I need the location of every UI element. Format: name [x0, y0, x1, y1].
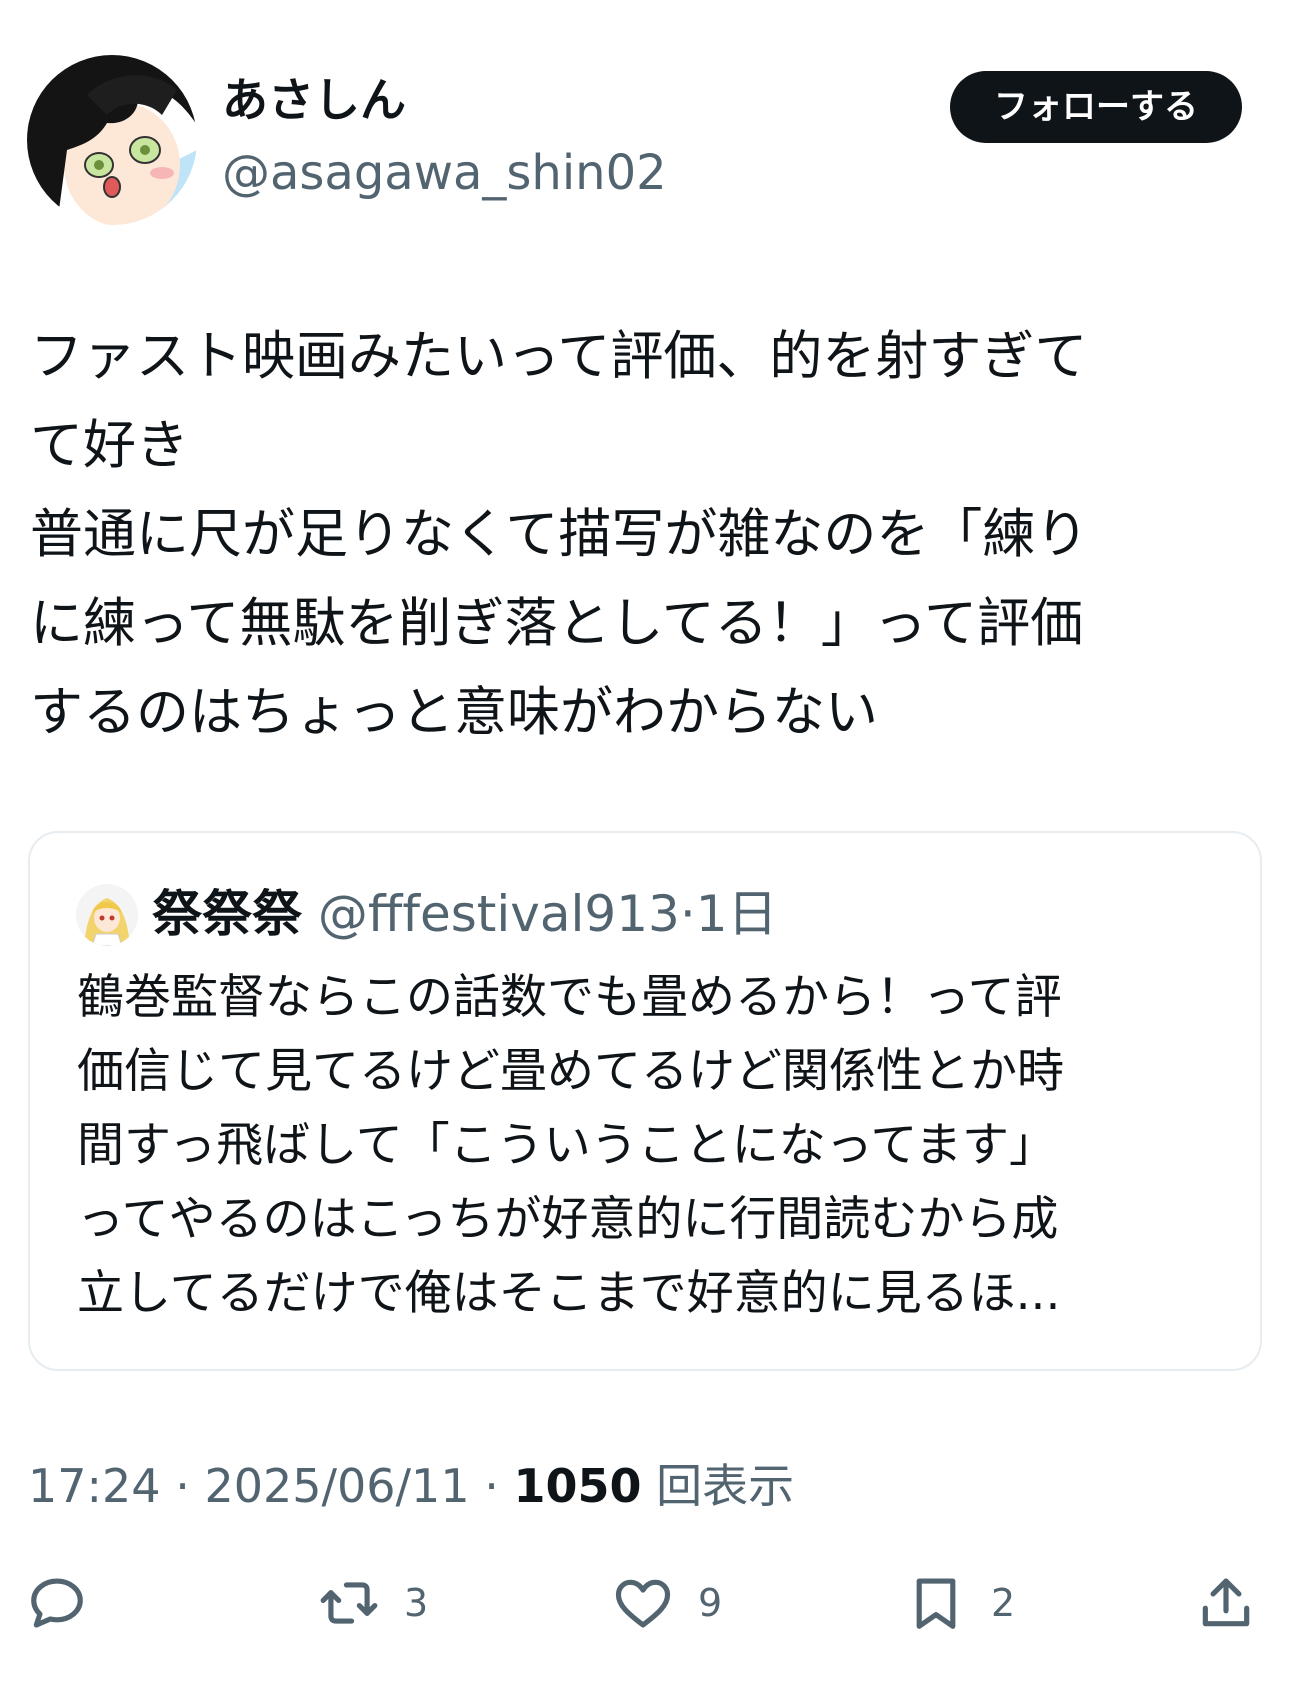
- views-count[interactable]: 1050: [513, 1459, 641, 1513]
- meta-separator: ·: [469, 1459, 514, 1513]
- quote-text-line: 鶴巻監督ならこの話数でも畳めるから！って評: [77, 970, 1062, 1025]
- avatar-anime-girl-icon: [27, 55, 197, 225]
- retweet-button[interactable]: 3: [318, 1568, 428, 1638]
- meta-separator: ·: [160, 1459, 205, 1513]
- quote-text-line: 価信じて見てるけど畳めてるけど関係性とか時: [77, 1044, 1064, 1099]
- quote-avatar[interactable]: [76, 884, 138, 946]
- quote-handle[interactable]: @fffestival913: [318, 885, 680, 943]
- heart-icon: [615, 1579, 671, 1628]
- quote-text: 鶴巻監督ならこの話数でも畳めるから！って評 価信じて見てるけど畳めてるけど関係性…: [77, 961, 1227, 1331]
- quote-text-line: 間すっ飛ばして「こういうことになってます」: [77, 1118, 1057, 1173]
- quote-timestamp[interactable]: 1日: [696, 885, 778, 943]
- bookmark-button[interactable]: 2: [905, 1568, 1015, 1638]
- tweet-text-line: ファスト映画みたいって評価、的を射すぎて: [30, 326, 1088, 387]
- tweet-text-line: に練って無駄を削ぎ落としてる！」って評価: [30, 593, 1084, 654]
- display-name[interactable]: あさしん: [222, 70, 406, 130]
- share-icon: [1202, 1578, 1250, 1627]
- quote-header: 祭祭祭 @fffestival913·1日: [152, 879, 778, 949]
- views-label: 回表示: [641, 1459, 795, 1513]
- reply-button[interactable]: [26, 1568, 88, 1638]
- user-avatar[interactable]: [27, 55, 197, 225]
- reply-icon: [31, 1578, 83, 1628]
- tweet-meta: 17:24 · 2025/06/11 · 1050 回表示: [28, 1455, 794, 1517]
- retweet-icon: [320, 1582, 378, 1624]
- bookmark-icon: [916, 1578, 956, 1629]
- share-button[interactable]: [1195, 1568, 1257, 1638]
- tweet-date[interactable]: 2025/06/11: [204, 1459, 469, 1513]
- like-count: 9: [698, 1581, 723, 1625]
- quote-text-line: 立してるだけで俺はそこまで好意的に見るほ...: [77, 1266, 1061, 1321]
- user-handle[interactable]: @asagawa_shin02: [222, 142, 667, 204]
- avatar-blonde-girl-icon: [76, 884, 138, 946]
- tweet-text: ファスト映画みたいって評価、的を射すぎて て好き 普通に尺が足りなくて描写が雑な…: [30, 312, 1230, 757]
- quoted-tweet-card[interactable]: 祭祭祭 @fffestival913·1日 鶴巻監督ならこの話数でも畳めるから！…: [28, 831, 1262, 1371]
- tweet-text-line: 普通に尺が足りなくて描写が雑なのを「練り: [30, 504, 1089, 565]
- quote-text-line: ってやるのはこっちが好意的に行間読むから成: [77, 1192, 1059, 1247]
- tweet-detail-page: あさしん @asagawa_shin02 フォローする ファスト映画みたいって評…: [0, 0, 1290, 1706]
- like-button[interactable]: 9: [612, 1568, 722, 1638]
- bookmark-count: 2: [991, 1581, 1016, 1625]
- quote-display-name[interactable]: 祭祭祭: [152, 885, 302, 943]
- tweet-time[interactable]: 17:24: [28, 1459, 161, 1513]
- follow-button[interactable]: フォローする: [950, 71, 1242, 143]
- tweet-text-line: て好き: [30, 415, 189, 476]
- tweet-text-line: するのはちょっと意味がわからない: [30, 682, 878, 743]
- quote-separator: ·: [679, 885, 696, 943]
- retweet-count: 3: [404, 1581, 429, 1625]
